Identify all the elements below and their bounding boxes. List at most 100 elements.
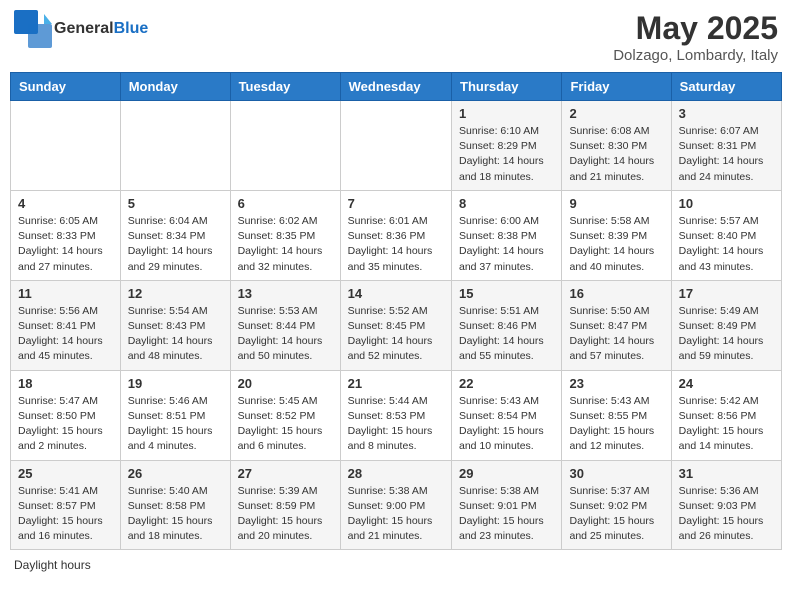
calendar-cell: 6Sunrise: 6:02 AM Sunset: 8:35 PM Daylig… [230, 190, 340, 280]
calendar-cell: 5 Sunrise: 6:04 AM Sunset: 8:34 PM Daylig… [120, 190, 230, 280]
day-number: 16 [569, 286, 663, 301]
day-number: 30 [569, 466, 663, 481]
day-info: Sunrise: 5:46 AM Sunset: 8:51 PM Dayligh… [128, 394, 223, 455]
day-number: 12 [128, 286, 223, 301]
calendar-cell: 21 Sunrise: 5:44 AM Sunset: 8:53 PM Dayli… [340, 370, 451, 460]
calendar-cell: 3 Sunrise: 6:07 AM Sunset: 8:31 PM Daylig… [671, 101, 781, 191]
day-number: 11 [18, 286, 113, 301]
day-info: Sunrise: 6:10 AM Sunset: 8:29 PM Dayligh… [459, 124, 554, 185]
calendar-weekday-sunday: Sunday [11, 73, 121, 101]
calendar-cell [120, 101, 230, 191]
calendar-cell: 15Sunrise: 5:51 AM Sunset: 8:46 PM Dayli… [452, 280, 562, 370]
calendar-week-3: 11 Sunrise: 5:56 AM Sunset: 8:41 PM Dayli… [11, 280, 782, 370]
calendar-cell: 14 Sunrise: 5:52 AM Sunset: 8:45 PM Dayli… [340, 280, 451, 370]
calendar-cell: 19Sunrise: 5:46 AM Sunset: 8:51 PM Dayli… [120, 370, 230, 460]
day-number: 17 [679, 286, 774, 301]
page-header: GeneralBlue May 2025 Dolzago, Lombardy, … [10, 10, 782, 64]
day-info: Sunrise: 5:57 AM Sunset: 8:40 PM Dayligh… [679, 214, 774, 275]
calendar-cell: 12Sunrise: 5:54 AM Sunset: 8:43 PM Dayli… [120, 280, 230, 370]
day-number: 27 [238, 466, 333, 481]
calendar-table: SundayMondayTuesdayWednesdayThursdayFrid… [10, 72, 782, 550]
day-info: Sunrise: 6:07 AM Sunset: 8:31 PM Dayligh… [679, 124, 774, 185]
day-info: Sunrise: 6:02 AM Sunset: 8:35 PM Dayligh… [238, 214, 333, 275]
day-info: Sunrise: 5:49 AM Sunset: 8:49 PM Dayligh… [679, 304, 774, 365]
calendar-cell: 25 Sunrise: 5:41 AM Sunset: 8:57 PM Dayli… [11, 460, 121, 550]
calendar-cell: 20 Sunrise: 5:45 AM Sunset: 8:52 PM Dayli… [230, 370, 340, 460]
calendar-cell [230, 101, 340, 191]
calendar-header-row: SundayMondayTuesdayWednesdayThursdayFrid… [11, 73, 782, 101]
day-number: 10 [679, 196, 774, 211]
calendar-weekday-thursday: Thursday [452, 73, 562, 101]
day-number: 4 [18, 196, 113, 211]
day-info: Sunrise: 5:53 AM Sunset: 8:44 PM Dayligh… [238, 304, 333, 365]
day-info: Sunrise: 5:51 AM Sunset: 8:46 PM Dayligh… [459, 304, 554, 365]
day-info: Sunrise: 5:56 AM Sunset: 8:41 PM Dayligh… [18, 304, 113, 365]
day-number: 22 [459, 376, 554, 391]
day-number: 25 [18, 466, 113, 481]
day-info: Sunrise: 5:52 AM Sunset: 8:45 PM Dayligh… [348, 304, 444, 365]
day-number: 3 [679, 106, 774, 121]
calendar-cell: 23 Sunrise: 5:43 AM Sunset: 8:55 PM Dayli… [562, 370, 671, 460]
day-info: Sunrise: 6:04 AM Sunset: 8:34 PM Dayligh… [128, 214, 223, 275]
day-info: Sunrise: 5:43 AM Sunset: 8:55 PM Dayligh… [569, 394, 663, 455]
calendar-cell: 28 Sunrise: 5:38 AM Sunset: 9:00 PM Dayli… [340, 460, 451, 550]
day-info: Sunrise: 5:38 AM Sunset: 9:00 PM Dayligh… [348, 484, 444, 545]
day-number: 24 [679, 376, 774, 391]
calendar-cell: 16 Sunrise: 5:50 AM Sunset: 8:47 PM Dayli… [562, 280, 671, 370]
day-info: Sunrise: 5:58 AM Sunset: 8:39 PM Dayligh… [569, 214, 663, 275]
day-info: Sunrise: 5:44 AM Sunset: 8:53 PM Dayligh… [348, 394, 444, 455]
calendar-cell: 10 Sunrise: 5:57 AM Sunset: 8:40 PM Dayli… [671, 190, 781, 280]
calendar-cell: 7Sunrise: 6:01 AM Sunset: 8:36 PM Daylig… [340, 190, 451, 280]
day-number: 13 [238, 286, 333, 301]
calendar-cell: 11 Sunrise: 5:56 AM Sunset: 8:41 PM Dayli… [11, 280, 121, 370]
day-number: 23 [569, 376, 663, 391]
day-info: Sunrise: 5:42 AM Sunset: 8:56 PM Dayligh… [679, 394, 774, 455]
day-number: 14 [348, 286, 444, 301]
day-number: 31 [679, 466, 774, 481]
day-info: Sunrise: 5:45 AM Sunset: 8:52 PM Dayligh… [238, 394, 333, 455]
day-info: Sunrise: 5:41 AM Sunset: 8:57 PM Dayligh… [18, 484, 113, 545]
calendar-cell [11, 101, 121, 191]
legend-label: Daylight hours [14, 558, 91, 572]
calendar-cell: 24 Sunrise: 5:42 AM Sunset: 8:56 PM Dayli… [671, 370, 781, 460]
day-number: 20 [238, 376, 333, 391]
calendar-cell: 9 Sunrise: 5:58 AM Sunset: 8:39 PM Daylig… [562, 190, 671, 280]
calendar-cell: 17 Sunrise: 5:49 AM Sunset: 8:49 PM Dayli… [671, 280, 781, 370]
main-title: May 2025 [613, 10, 778, 47]
calendar-weekday-tuesday: Tuesday [230, 73, 340, 101]
day-number: 29 [459, 466, 554, 481]
calendar-cell: 26 Sunrise: 5:40 AM Sunset: 8:58 PM Dayli… [120, 460, 230, 550]
calendar-cell: 22 Sunrise: 5:43 AM Sunset: 8:54 PM Dayli… [452, 370, 562, 460]
day-number: 21 [348, 376, 444, 391]
calendar-cell: 4 Sunrise: 6:05 AM Sunset: 8:33 PM Daylig… [11, 190, 121, 280]
day-number: 8 [459, 196, 554, 211]
day-info: Sunrise: 6:08 AM Sunset: 8:30 PM Dayligh… [569, 124, 663, 185]
calendar-weekday-wednesday: Wednesday [340, 73, 451, 101]
calendar-cell: 8 Sunrise: 6:00 AM Sunset: 8:38 PM Daylig… [452, 190, 562, 280]
calendar-cell: 31 Sunrise: 5:36 AM Sunset: 9:03 PM Dayli… [671, 460, 781, 550]
calendar-week-5: 25 Sunrise: 5:41 AM Sunset: 8:57 PM Dayli… [11, 460, 782, 550]
calendar-week-2: 4 Sunrise: 6:05 AM Sunset: 8:33 PM Daylig… [11, 190, 782, 280]
day-number: 26 [128, 466, 223, 481]
day-info: Sunrise: 5:43 AM Sunset: 8:54 PM Dayligh… [459, 394, 554, 455]
day-number: 28 [348, 466, 444, 481]
calendar-weekday-saturday: Saturday [671, 73, 781, 101]
day-number: 18 [18, 376, 113, 391]
day-info: Sunrise: 6:00 AM Sunset: 8:38 PM Dayligh… [459, 214, 554, 275]
day-info: Sunrise: 5:36 AM Sunset: 9:03 PM Dayligh… [679, 484, 774, 545]
day-info: Sunrise: 5:50 AM Sunset: 8:47 PM Dayligh… [569, 304, 663, 365]
day-number: 7 [348, 196, 444, 211]
calendar-cell: 29 Sunrise: 5:38 AM Sunset: 9:01 PM Dayli… [452, 460, 562, 550]
day-info: Sunrise: 6:05 AM Sunset: 8:33 PM Dayligh… [18, 214, 113, 275]
day-number: 5 [128, 196, 223, 211]
day-number: 1 [459, 106, 554, 121]
calendar-week-4: 18 Sunrise: 5:47 AM Sunset: 8:50 PM Dayli… [11, 370, 782, 460]
calendar-cell: 1 Sunrise: 6:10 AM Sunset: 8:29 PM Daylig… [452, 101, 562, 191]
day-info: Sunrise: 5:40 AM Sunset: 8:58 PM Dayligh… [128, 484, 223, 545]
calendar-cell: 18 Sunrise: 5:47 AM Sunset: 8:50 PM Dayli… [11, 370, 121, 460]
calendar-weekday-friday: Friday [562, 73, 671, 101]
day-info: Sunrise: 5:47 AM Sunset: 8:50 PM Dayligh… [18, 394, 113, 455]
day-number: 9 [569, 196, 663, 211]
calendar-week-1: 1 Sunrise: 6:10 AM Sunset: 8:29 PM Daylig… [11, 101, 782, 191]
day-info: Sunrise: 5:38 AM Sunset: 9:01 PM Dayligh… [459, 484, 554, 545]
